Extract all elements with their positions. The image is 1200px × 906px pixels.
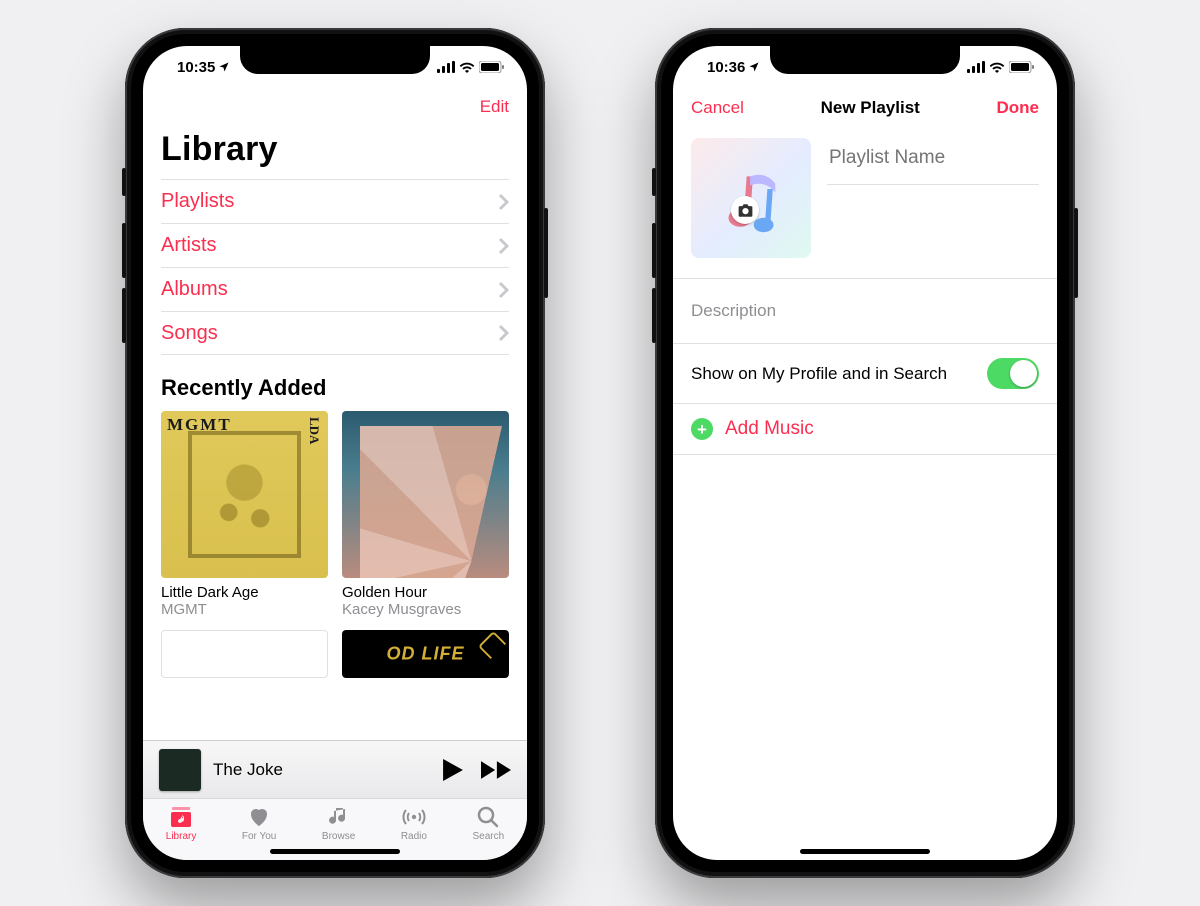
volume-down-button xyxy=(122,288,126,343)
notch xyxy=(240,46,430,74)
album-title: Little Dark Age xyxy=(161,584,328,601)
nav-title: New Playlist xyxy=(821,98,920,118)
home-indicator[interactable] xyxy=(270,849,400,854)
location-icon xyxy=(748,61,760,73)
cover-text: MGMT xyxy=(167,415,232,435)
menu-row-artists[interactable]: Artists xyxy=(161,223,509,267)
tab-label: Search xyxy=(473,831,505,842)
screen-new-playlist: 10:36 Cancel New Playlist Done xyxy=(673,46,1057,860)
profile-visibility-toggle[interactable] xyxy=(987,358,1039,389)
album-title: Golden Hour xyxy=(342,584,509,601)
forward-icon[interactable] xyxy=(481,760,511,780)
album-artist: Kacey Musgraves xyxy=(342,601,509,618)
toggle-label: Show on My Profile and in Search xyxy=(691,364,947,384)
album-card[interactable]: MGMT LDA Little Dark Age MGMT xyxy=(161,411,328,618)
power-button xyxy=(544,208,548,298)
screen-library: 10:35 Edit Library Playlists Artists xyxy=(143,46,527,860)
album-card[interactable]: Golden Hour Kacey Musgraves xyxy=(342,411,509,618)
chevron-right-icon xyxy=(499,282,509,298)
music-note-icon xyxy=(326,805,352,829)
notch xyxy=(770,46,960,74)
album-art: OD LIFE xyxy=(342,630,509,678)
home-indicator[interactable] xyxy=(800,849,930,854)
tab-label: Radio xyxy=(401,831,427,842)
now-playing-title: The Joke xyxy=(213,760,431,780)
cover-text: OD LIFE xyxy=(387,644,465,665)
cellular-icon xyxy=(967,61,985,73)
camera-badge xyxy=(731,196,759,224)
status-time: 10:36 xyxy=(707,59,745,76)
nav-bar: Cancel New Playlist Done xyxy=(673,88,1057,128)
nav-bar: Edit xyxy=(143,88,527,126)
volume-down-button xyxy=(652,288,656,343)
heart-icon xyxy=(246,805,272,829)
album-artist: MGMT xyxy=(161,601,328,618)
now-playing-art xyxy=(159,749,201,791)
playlist-art-picker[interactable] xyxy=(691,138,811,258)
add-music-label: Add Music xyxy=(725,418,814,440)
device-left: 10:35 Edit Library Playlists Artists xyxy=(125,28,545,878)
album-art: MGMT LDA xyxy=(161,411,328,578)
menu-label: Albums xyxy=(161,278,228,301)
menu-row-songs[interactable]: Songs xyxy=(161,311,509,355)
mute-switch xyxy=(122,168,126,196)
cover-text: LDA xyxy=(306,417,322,444)
volume-up-button xyxy=(652,223,656,278)
tab-browse[interactable]: Browse xyxy=(322,805,355,842)
battery-icon xyxy=(1009,61,1035,73)
page-title: Library xyxy=(161,130,509,169)
tab-for-you[interactable]: For You xyxy=(242,805,276,842)
description-input[interactable]: Description xyxy=(691,279,1039,343)
menu-row-playlists[interactable]: Playlists xyxy=(161,179,509,223)
cancel-button[interactable]: Cancel xyxy=(691,98,744,118)
album-grid[interactable]: MGMT LDA Little Dark Age MGMT Golden Hou… xyxy=(143,411,527,618)
battery-icon xyxy=(479,61,505,73)
library-icon xyxy=(168,805,194,829)
camera-icon xyxy=(738,204,753,217)
search-icon xyxy=(475,805,501,829)
plus-icon: + xyxy=(691,418,713,440)
section-title-recently-added: Recently Added xyxy=(161,375,509,401)
power-button xyxy=(1074,208,1078,298)
volume-up-button xyxy=(122,223,126,278)
status-time: 10:35 xyxy=(177,59,215,76)
tab-library[interactable]: Library xyxy=(166,805,197,842)
chevron-right-icon xyxy=(499,194,509,210)
profile-visibility-row: Show on My Profile and in Search xyxy=(691,344,1039,403)
playlist-name-input[interactable] xyxy=(827,146,1039,170)
library-menu: Playlists Artists Albums Songs xyxy=(161,179,509,355)
menu-label: Artists xyxy=(161,234,217,257)
wifi-icon xyxy=(989,61,1005,73)
menu-label: Songs xyxy=(161,322,218,345)
mute-switch xyxy=(652,168,656,196)
device-right: 10:36 Cancel New Playlist Done xyxy=(655,28,1075,878)
album-art xyxy=(342,411,509,578)
cellular-icon xyxy=(437,61,455,73)
tab-search[interactable]: Search xyxy=(473,805,505,842)
location-icon xyxy=(218,61,230,73)
play-icon[interactable] xyxy=(443,759,463,781)
add-music-row[interactable]: + Add Music xyxy=(691,404,1039,454)
album-art xyxy=(161,630,328,678)
chevron-right-icon xyxy=(499,325,509,341)
tab-label: Library xyxy=(166,831,197,842)
tab-radio[interactable]: Radio xyxy=(401,805,427,842)
menu-row-albums[interactable]: Albums xyxy=(161,267,509,311)
done-button[interactable]: Done xyxy=(996,98,1039,118)
tab-label: For You xyxy=(242,831,276,842)
radio-icon xyxy=(401,805,427,829)
wifi-icon xyxy=(459,61,475,73)
tab-label: Browse xyxy=(322,831,355,842)
now-playing-bar[interactable]: The Joke xyxy=(143,740,527,798)
menu-label: Playlists xyxy=(161,190,234,213)
album-grid-peek[interactable]: OD LIFE xyxy=(143,630,527,678)
chevron-right-icon xyxy=(499,238,509,254)
edit-button[interactable]: Edit xyxy=(480,97,509,117)
